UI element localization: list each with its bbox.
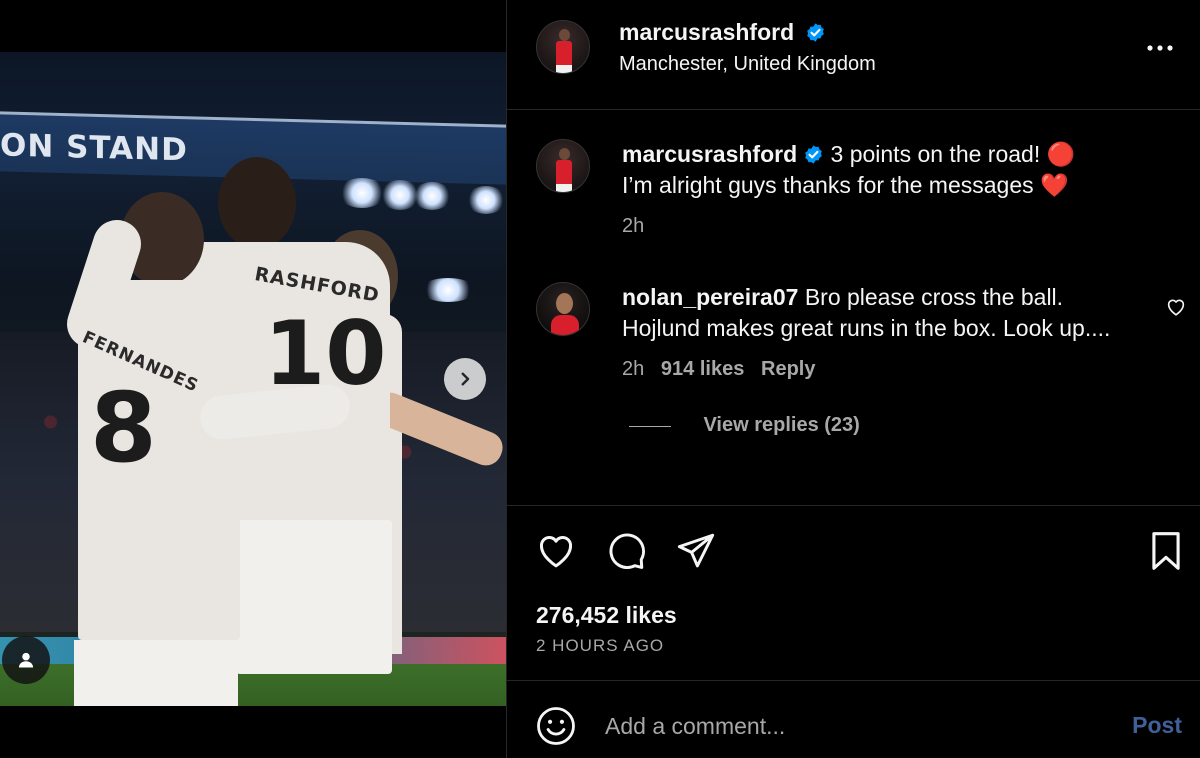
like-comment-button[interactable] bbox=[1165, 296, 1187, 323]
floodlight bbox=[338, 178, 386, 208]
player-shorts bbox=[74, 640, 238, 706]
view-replies-button[interactable]: View replies (23) bbox=[703, 414, 859, 436]
reply-button[interactable]: Reply bbox=[761, 358, 815, 380]
save-button[interactable] bbox=[1147, 530, 1185, 577]
author-avatar[interactable] bbox=[536, 20, 590, 74]
verified-badge-icon bbox=[806, 23, 824, 42]
send-icon bbox=[677, 533, 715, 568]
like-button[interactable] bbox=[535, 530, 577, 577]
likes-count[interactable]: 276,452 likes bbox=[536, 602, 677, 629]
floodlight bbox=[412, 182, 452, 210]
caption-text-line1: 3 points on the road! 🔴 bbox=[830, 141, 1076, 167]
commenter-username[interactable]: nolan_pereira07 bbox=[622, 284, 798, 310]
verified-badge-icon bbox=[805, 145, 822, 164]
replies-rule bbox=[629, 426, 671, 428]
post-comment-button[interactable]: Post bbox=[1132, 712, 1182, 739]
caption-author-username[interactable]: marcusrashford bbox=[622, 141, 797, 167]
player-head bbox=[218, 157, 296, 249]
caption-time: 2h bbox=[622, 215, 645, 237]
emoji-icon bbox=[537, 707, 575, 745]
post-details-panel: marcusrashford Manchester, United Kingdo… bbox=[506, 0, 1200, 758]
floodlight bbox=[420, 278, 476, 302]
more-horizontal-icon bbox=[1147, 45, 1173, 51]
comments-divider bbox=[507, 505, 1200, 506]
player-shorts bbox=[236, 520, 392, 674]
tagged-users-button[interactable] bbox=[2, 636, 50, 684]
heart-outline-icon bbox=[1167, 299, 1185, 316]
comment-input[interactable] bbox=[605, 708, 1105, 744]
bookmark-icon bbox=[1152, 532, 1180, 570]
author-username[interactable]: marcusrashford bbox=[619, 19, 794, 45]
comment-bubble-icon bbox=[609, 533, 645, 569]
post-location[interactable]: Manchester, United Kingdom bbox=[619, 53, 876, 76]
more-options-button[interactable] bbox=[1146, 36, 1174, 65]
header-divider bbox=[507, 109, 1200, 110]
comment-likes[interactable]: 914 likes bbox=[661, 358, 744, 380]
commenter-avatar[interactable] bbox=[536, 282, 590, 336]
caption-text-line2: I’m alright guys thanks for the messages… bbox=[622, 172, 1069, 198]
post-media: ON STAND RASHFORD 10 FERNANDES 8 bbox=[0, 0, 506, 758]
next-slide-button[interactable] bbox=[444, 358, 486, 400]
comment-meta: 2h 914 likes Reply bbox=[622, 358, 1122, 381]
floodlight bbox=[466, 186, 506, 214]
stadium-banner-text: ON STAND bbox=[0, 127, 188, 169]
user-icon bbox=[18, 652, 34, 668]
post-time: 2 HOURS AGO bbox=[536, 636, 665, 655]
post-photo: ON STAND RASHFORD 10 FERNANDES 8 bbox=[0, 52, 506, 706]
caption: marcusrashford 3 points on the road! 🔴 I… bbox=[622, 139, 1182, 238]
composer-divider bbox=[507, 680, 1200, 681]
comment-item: nolan_pereira07 Bro please cross the bal… bbox=[622, 282, 1122, 437]
post-header: marcusrashford Manchester, United Kingdo… bbox=[619, 19, 876, 76]
comment-button[interactable] bbox=[605, 530, 647, 577]
heart-outline-icon bbox=[539, 536, 573, 568]
chevron-right-icon bbox=[461, 372, 470, 386]
jersey-number-left: 8 bbox=[90, 372, 157, 484]
view-replies-row[interactable]: View replies (23) bbox=[629, 414, 1122, 437]
comment-time: 2h bbox=[622, 358, 645, 380]
share-button[interactable] bbox=[675, 530, 717, 577]
caption-author-avatar[interactable] bbox=[536, 139, 590, 193]
emoji-button[interactable] bbox=[535, 705, 577, 752]
